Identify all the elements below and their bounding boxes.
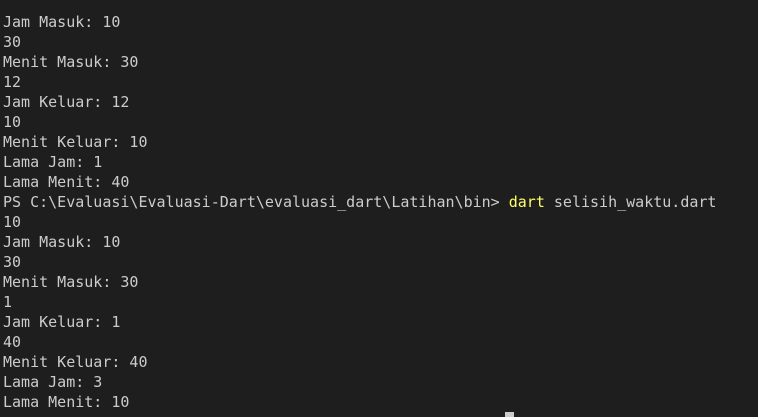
output-line: 10 <box>3 213 22 231</box>
output-line: Jam Keluar: 1 <box>3 313 121 331</box>
prompt-path: PS C:\Evaluasi\Evaluasi-Dart\evaluasi_da… <box>3 193 509 211</box>
output-line: Menit Masuk: 30 <box>3 53 139 71</box>
output-line: Menit Keluar: 40 <box>3 353 148 371</box>
terminal-output: Jam Masuk: 10 30 Menit Masuk: 30 12 Jam … <box>3 12 716 412</box>
terminal-panel[interactable]: Jam Masuk: 10 30 Menit Masuk: 30 12 Jam … <box>0 0 758 417</box>
output-line: Jam Keluar: 12 <box>3 93 130 111</box>
output-line: 10 <box>3 113 22 131</box>
output-line: Lama Menit: 40 <box>3 173 130 191</box>
command-args: selisih_waktu.dart <box>544 193 717 211</box>
output-line: Lama Jam: 3 <box>3 373 103 391</box>
command-keyword: dart <box>508 193 545 211</box>
output-line: 12 <box>3 73 22 91</box>
command-line: PS C:\Evaluasi\Evaluasi-Dart\evaluasi_da… <box>3 192 716 212</box>
output-line: Menit Masuk: 30 <box>3 273 139 291</box>
output-line: 40 <box>3 333 22 351</box>
output-line: Jam Masuk: 10 <box>3 233 121 251</box>
output-line: 30 <box>3 33 22 51</box>
terminal-cursor <box>505 412 514 417</box>
output-line: 1 <box>3 293 13 311</box>
output-line: Lama Jam: 1 <box>3 153 103 171</box>
output-line: Jam Masuk: 10 <box>3 13 121 31</box>
output-line: Menit Keluar: 10 <box>3 133 148 151</box>
output-line: Lama Menit: 10 <box>3 393 130 411</box>
output-line: 30 <box>3 253 22 271</box>
